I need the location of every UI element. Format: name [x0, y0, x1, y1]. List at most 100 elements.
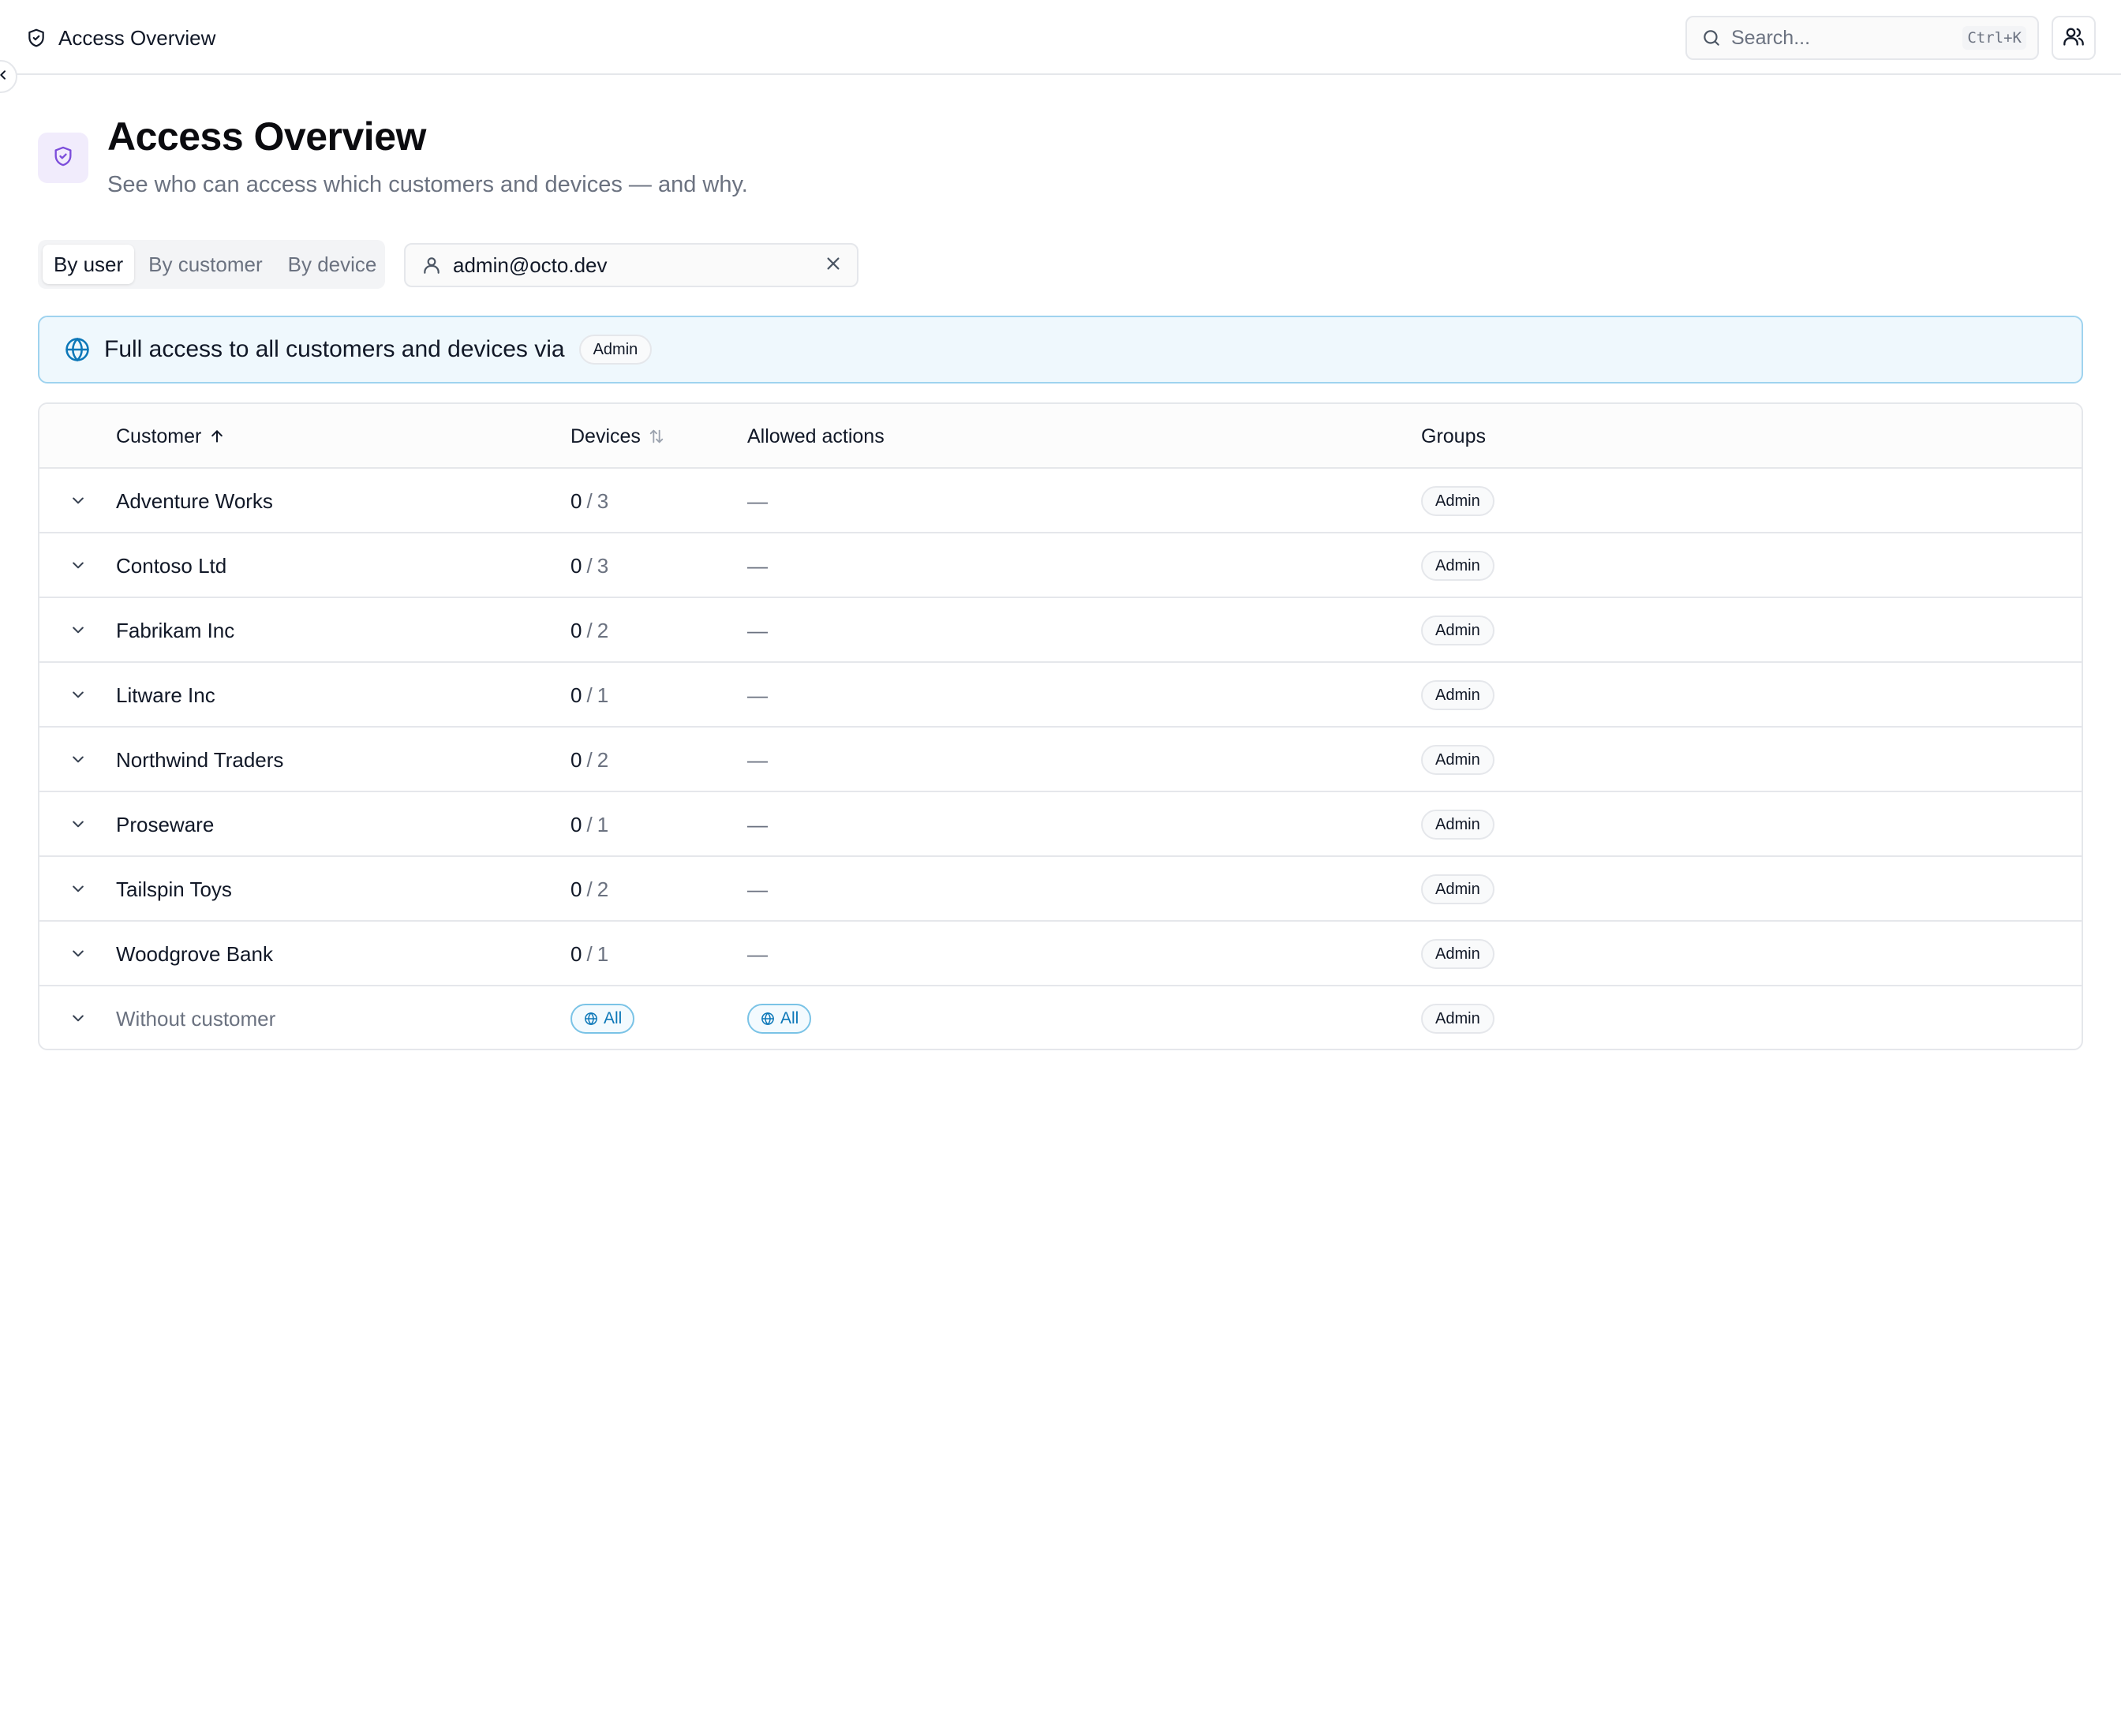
search-input[interactable] [1731, 26, 1963, 50]
devices-total: 2 [597, 877, 609, 901]
allowed-actions: — [747, 533, 768, 598]
globe-icon [760, 1011, 776, 1027]
customer-name: Tailspin Toys [116, 877, 232, 901]
devices-accessible: 0 [570, 812, 582, 836]
table-row[interactable]: Proseware 0/1 — Admin [39, 792, 2082, 857]
close-icon [825, 255, 842, 276]
tab-by-user[interactable]: By user [43, 245, 135, 284]
column-header-customer[interactable]: Customer [116, 404, 226, 469]
group-badge: Admin [1421, 939, 1494, 969]
device-count: 0/2 [570, 728, 608, 792]
column-header-devices[interactable]: Devices [570, 404, 666, 469]
groups-cell: Admin [1421, 469, 1494, 533]
device-count-separator: / [586, 877, 593, 901]
devices-accessible: 0 [570, 488, 582, 513]
column-label: Customer [116, 425, 202, 447]
empty-actions: — [747, 941, 768, 966]
device-count: 0/1 [570, 922, 608, 986]
devices-accessible: 0 [570, 941, 582, 966]
device-count: All [570, 986, 635, 1049]
device-count-separator: / [586, 683, 593, 707]
page-subtitle: See who can access which customers and d… [107, 172, 748, 197]
expand-row-button[interactable] [68, 663, 88, 728]
table-row[interactable]: Northwind Traders 0/2 — Admin [39, 728, 2082, 792]
devices-accessible: 0 [570, 747, 582, 772]
users-button[interactable] [2052, 16, 2096, 60]
devices-total: 3 [597, 488, 609, 513]
devices-total: 3 [597, 553, 609, 578]
expand-row-button[interactable] [68, 598, 88, 663]
expand-row-button[interactable] [68, 986, 88, 1049]
table-row-without-customer[interactable]: Without customer All All Admin [39, 986, 2082, 1049]
expand-row-button[interactable] [68, 792, 88, 857]
group-badge: Admin [1421, 745, 1494, 775]
devices-total: 1 [597, 941, 609, 966]
top-bar: Access Overview Ctrl+K [0, 0, 2121, 75]
clear-user-button[interactable] [821, 253, 846, 278]
group-badge: Admin [1421, 810, 1494, 840]
search-icon [1700, 26, 1723, 50]
expand-row-button[interactable] [68, 533, 88, 598]
group-badge: Admin [1421, 551, 1494, 581]
table-row[interactable]: Adventure Works 0/3 — Admin [39, 469, 2082, 533]
table-row[interactable]: Litware Inc 0/1 — Admin [39, 663, 2082, 728]
all-actions-pill: All [747, 1004, 812, 1034]
allowed-actions: — [747, 728, 768, 792]
page-icon [38, 133, 88, 183]
empty-actions: — [747, 747, 768, 772]
groups-cell: Admin [1421, 728, 1494, 792]
table-row[interactable]: Fabrikam Inc 0/2 — Admin [39, 598, 2082, 663]
user-filter-field[interactable]: admin@octo.dev [404, 243, 858, 287]
devices-accessible: 0 [570, 683, 582, 707]
groups-cell: Admin [1421, 792, 1494, 857]
device-count-separator: / [586, 747, 593, 772]
device-count: 0/1 [570, 663, 608, 728]
customer-name: Fabrikam Inc [116, 618, 235, 642]
customer-name: Contoso Ltd [116, 553, 227, 578]
expand-row-button[interactable] [68, 922, 88, 986]
tab-by-device[interactable]: By device [277, 245, 388, 284]
allowed-actions: — [747, 598, 768, 663]
group-badge: Admin [1421, 1004, 1494, 1034]
chevron-down-icon [70, 619, 86, 643]
group-badge: Admin [1421, 680, 1494, 710]
table-row[interactable]: Tailspin Toys 0/2 — Admin [39, 857, 2082, 922]
empty-actions: — [747, 553, 768, 578]
user-filter-value[interactable]: admin@octo.dev [453, 253, 821, 278]
group-badge: Admin [1421, 874, 1494, 904]
allowed-actions: — [747, 922, 768, 986]
expand-row-button[interactable] [68, 857, 88, 922]
table-row[interactable]: Woodgrove Bank 0/1 — Admin [39, 922, 2082, 986]
groups-cell: Admin [1421, 663, 1494, 728]
globe-icon [583, 1011, 599, 1027]
banner-text: Full access to all customers and devices… [104, 336, 565, 362]
tab-by-customer[interactable]: By customer [137, 245, 274, 284]
page-title: Access Overview [107, 114, 426, 159]
device-count-separator: / [586, 941, 593, 966]
view-tabs: By user By customer By device [38, 240, 385, 289]
column-header-groups: Groups [1421, 404, 1486, 469]
empty-actions: — [747, 877, 768, 901]
expand-row-button[interactable] [68, 728, 88, 792]
devices-accessible: 0 [570, 618, 582, 642]
customer-name: Without customer [116, 1006, 276, 1031]
all-devices-pill: All [570, 1004, 635, 1034]
devices-accessible: 0 [570, 553, 582, 578]
table-row[interactable]: Contoso Ltd 0/3 — Admin [39, 533, 2082, 598]
global-search[interactable]: Ctrl+K [1685, 16, 2039, 60]
chevron-down-icon [70, 1007, 86, 1031]
group-badge: Admin [1421, 615, 1494, 645]
empty-actions: — [747, 812, 768, 836]
device-count-separator: / [586, 618, 593, 642]
groups-cell: Admin [1421, 598, 1494, 663]
customer-name: Northwind Traders [116, 747, 284, 772]
devices-accessible: 0 [570, 877, 582, 901]
expand-row-button[interactable] [68, 469, 88, 533]
chevron-down-icon [70, 489, 86, 514]
column-label: Groups [1421, 425, 1486, 447]
group-badge: Admin [1421, 486, 1494, 516]
allowed-actions: — [747, 857, 768, 922]
chevron-left-icon [0, 69, 9, 85]
users-icon [2063, 25, 2085, 51]
groups-cell: Admin [1421, 986, 1494, 1049]
